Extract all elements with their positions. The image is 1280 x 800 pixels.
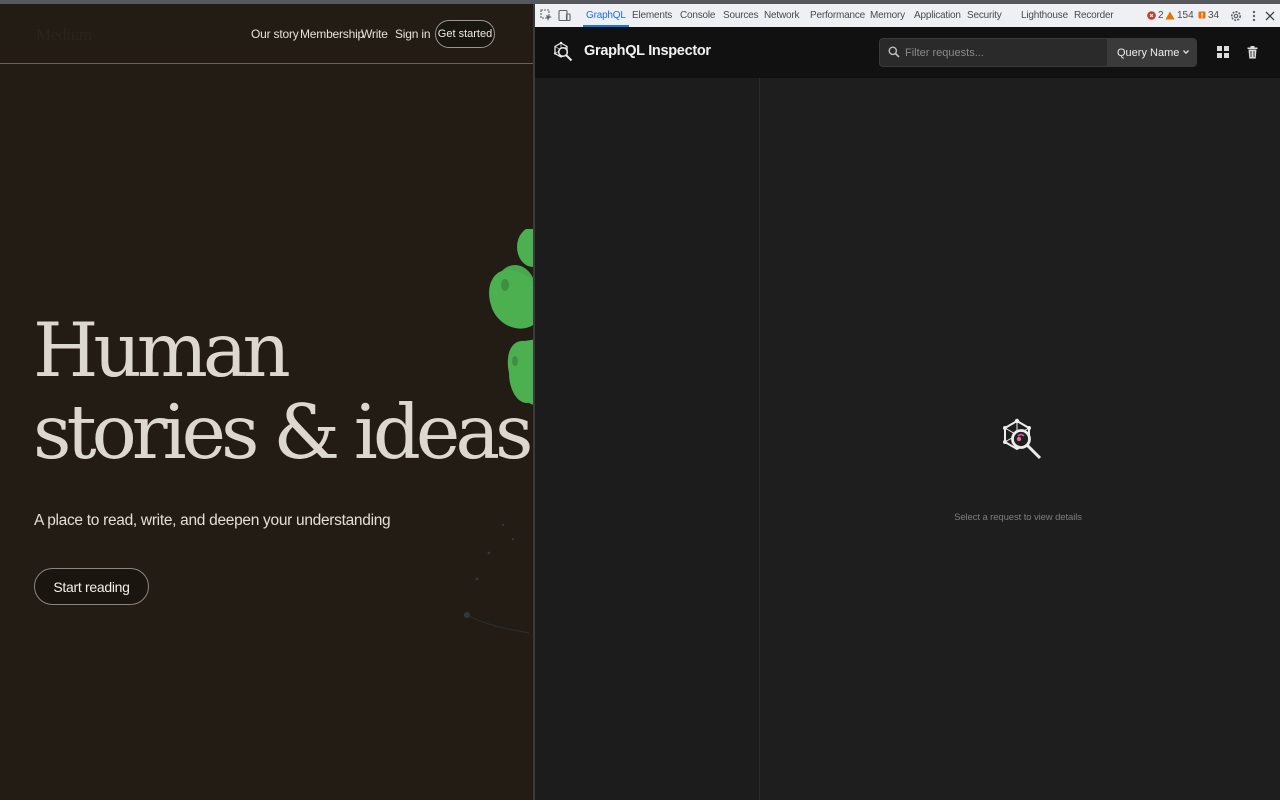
warning-count: 154 xyxy=(1177,10,1194,21)
site-logo[interactable]: Medium xyxy=(36,25,92,45)
tab-performance[interactable]: Performance xyxy=(810,4,865,27)
hero-title: Human stories & ideas xyxy=(33,306,533,476)
hero-title-line-1: Human xyxy=(33,306,291,394)
more-vertical-icon[interactable] xyxy=(1245,7,1262,24)
issues-count: 34 xyxy=(1208,10,1220,21)
error-icon xyxy=(1147,11,1156,20)
tab-application[interactable]: Application xyxy=(914,4,961,27)
tab-security[interactable]: Security xyxy=(967,4,1002,27)
filter-requests-input[interactable] xyxy=(905,39,1100,66)
close-icon[interactable] xyxy=(1261,7,1278,24)
error-count: 2 xyxy=(1158,10,1164,21)
inspect-element-icon[interactable] xyxy=(538,7,555,24)
hero-subtitle: A place to read, write, and deepen your … xyxy=(34,512,391,529)
tab-memory[interactable]: Memory xyxy=(870,4,905,27)
graphql-inspector-logo-icon xyxy=(553,41,573,62)
graphql-inspector-header: GraphQL Inspector Query Name xyxy=(535,27,1280,78)
nav-link-membership[interactable]: Membership xyxy=(300,27,364,41)
hero-title-line-2: stories & ideas xyxy=(33,388,533,476)
inspector-body: Select a request to view details xyxy=(535,78,1280,800)
query-select-value: Query Name xyxy=(1117,47,1180,59)
tab-network[interactable]: Network xyxy=(764,4,799,27)
empty-state-message: Select a request to view details xyxy=(954,512,1082,523)
error-count-badge[interactable]: 2 xyxy=(1147,4,1164,27)
warning-icon xyxy=(1165,11,1175,20)
tab-recorder[interactable]: Recorder xyxy=(1074,4,1114,27)
decorative-dots xyxy=(464,523,530,634)
trash-icon[interactable] xyxy=(1243,43,1261,61)
query-name-select[interactable]: Query Name xyxy=(1107,38,1197,67)
issues-flag-icon xyxy=(1198,11,1206,19)
tab-console[interactable]: Console xyxy=(680,4,715,27)
request-list-pane[interactable] xyxy=(535,78,760,800)
get-started-button[interactable]: Get started xyxy=(435,20,495,48)
graphql-inspector-empty-icon xyxy=(1003,418,1042,460)
layout-grid-icon[interactable] xyxy=(1214,43,1232,61)
search-icon xyxy=(888,46,900,58)
tab-sources[interactable]: Sources xyxy=(723,4,758,27)
devtools-panel: GraphQL Elements Console Sources Network… xyxy=(535,4,1280,800)
website-viewport: Medium Our story Membership Write Sign i… xyxy=(0,4,533,800)
devtools-tab-bar: GraphQL Elements Console Sources Network… xyxy=(535,4,1280,28)
green-flower-illustration xyxy=(489,229,533,405)
tab-elements[interactable]: Elements xyxy=(632,4,672,27)
tab-lighthouse[interactable]: Lighthouse xyxy=(1021,4,1068,27)
issues-count-badge[interactable]: 34 xyxy=(1198,4,1219,27)
chevron-down-icon xyxy=(1182,47,1190,59)
start-reading-button[interactable]: Start reading xyxy=(34,568,149,605)
filter-requests-box xyxy=(879,38,1107,67)
settings-gear-icon[interactable] xyxy=(1227,7,1244,24)
device-toolbar-icon[interactable] xyxy=(556,7,573,24)
nav-link-our-story[interactable]: Our story xyxy=(251,27,299,41)
nav-link-write[interactable]: Write xyxy=(361,27,388,41)
inspector-title: GraphQL Inspector xyxy=(584,43,711,59)
warning-count-badge[interactable]: 154 xyxy=(1165,4,1194,27)
nav-link-sign-in[interactable]: Sign in xyxy=(395,27,430,41)
site-header: Medium Our story Membership Write Sign i… xyxy=(0,4,533,64)
tab-graphql[interactable]: GraphQL xyxy=(583,4,629,27)
request-details-pane: Select a request to view details xyxy=(760,78,1280,800)
